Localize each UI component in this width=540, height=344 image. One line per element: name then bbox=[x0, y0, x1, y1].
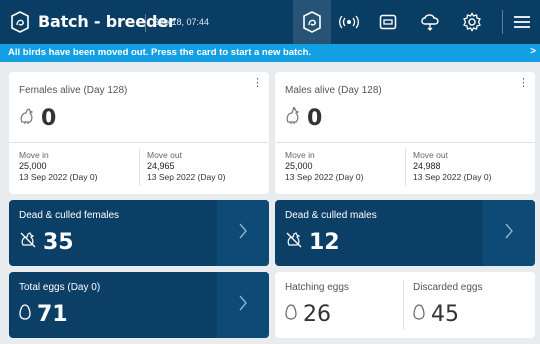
dead-females-value-row: 35 bbox=[19, 230, 74, 255]
header-menu-divider bbox=[502, 10, 503, 34]
males-alive-label: Males alive (Day 128) bbox=[285, 85, 382, 96]
cloud-icon[interactable] bbox=[418, 10, 442, 34]
females-move-out: Move out 24,965 13 Sep 2022 (Day 0) bbox=[147, 150, 225, 183]
dead-culled-males-count: 12 bbox=[309, 230, 340, 255]
females-alive-card[interactable]: Females alive (Day 128) ⋮ 0 Move in 25,0… bbox=[9, 72, 269, 194]
display-icon[interactable] bbox=[376, 10, 400, 34]
move-in-date: 13 Sep 2022 (Day 0) bbox=[285, 172, 364, 182]
dead-males-arrow-panel[interactable] bbox=[483, 200, 535, 266]
males-move-in: Move in 25,000 13 Sep 2022 (Day 0) bbox=[285, 150, 363, 183]
move-in-value: 25,000 bbox=[19, 161, 47, 171]
rooster-icon bbox=[285, 105, 301, 130]
females-move-in: Move in 25,000 13 Sep 2022 (Day 0) bbox=[19, 150, 97, 183]
males-move-out: Move out 24,988 13 Sep 2022 (Day 0) bbox=[413, 150, 491, 183]
egg-icon bbox=[285, 304, 297, 325]
banner-chevron-icon: > bbox=[530, 46, 536, 57]
males-alive-card[interactable]: Males alive (Day 128) ⋮ 0 Move in 25,000… bbox=[275, 72, 535, 194]
chevron-right-icon bbox=[238, 294, 248, 317]
hatching-eggs-label: Hatching eggs bbox=[285, 282, 349, 293]
dead-hen-icon bbox=[19, 231, 37, 254]
dead-females-arrow-panel[interactable] bbox=[217, 200, 269, 266]
banner-message: All birds have been moved out. Press the… bbox=[8, 47, 312, 58]
discarded-eggs-value-row: 45 bbox=[413, 302, 459, 327]
header-divider bbox=[145, 14, 146, 32]
header-date: Sep 18, 07:44 bbox=[153, 17, 210, 27]
females-alive-count: 0 bbox=[41, 106, 57, 131]
chevron-right-icon bbox=[238, 222, 248, 245]
females-alive-label: Females alive (Day 128) bbox=[19, 85, 128, 96]
app-header: Batch - breeder Sep 18, 07:44 bbox=[0, 0, 540, 44]
dead-culled-females-count: 35 bbox=[43, 230, 74, 255]
more-options-icon[interactable]: ⋮ bbox=[252, 78, 263, 89]
dead-culled-females-label: Dead & culled females bbox=[19, 210, 120, 221]
dead-males-value-row: 12 bbox=[285, 230, 340, 255]
move-out-label: Move out bbox=[413, 150, 448, 160]
move-in-value: 25,000 bbox=[285, 161, 313, 171]
egg-breakdown-card: Hatching eggs 26 Discarded eggs 45 bbox=[275, 272, 535, 338]
move-in-label: Move in bbox=[19, 150, 49, 160]
total-eggs-value-row: 71 bbox=[19, 302, 68, 327]
males-card-divider bbox=[275, 142, 535, 143]
egg-icon bbox=[413, 304, 425, 325]
sensor-icon[interactable] bbox=[337, 10, 361, 34]
egg-card-divider bbox=[403, 280, 404, 330]
total-eggs-arrow-panel[interactable] bbox=[217, 272, 269, 338]
dead-culled-females-card[interactable]: Dead & culled females 35 bbox=[9, 200, 269, 266]
more-options-icon[interactable]: ⋮ bbox=[518, 78, 529, 89]
chevron-right-icon bbox=[504, 222, 514, 245]
settings-icon[interactable] bbox=[460, 10, 484, 34]
females-card-divider bbox=[9, 142, 269, 143]
females-alive-value-row: 0 bbox=[19, 106, 56, 131]
move-in-date: 13 Sep 2022 (Day 0) bbox=[19, 172, 98, 182]
hatching-eggs-count: 26 bbox=[303, 302, 331, 327]
dead-culled-males-label: Dead & culled males bbox=[285, 210, 377, 221]
dead-culled-males-card[interactable]: Dead & culled males 12 bbox=[275, 200, 535, 266]
hen-icon bbox=[19, 107, 35, 130]
batch-logo-icon bbox=[10, 11, 30, 33]
dead-rooster-icon bbox=[285, 231, 303, 254]
move-in-label: Move in bbox=[285, 150, 315, 160]
hatching-eggs-value-row: 26 bbox=[285, 302, 331, 327]
total-eggs-card[interactable]: Total eggs (Day 0) 71 bbox=[9, 272, 269, 338]
males-alive-value-row: 0 bbox=[285, 105, 323, 131]
males-sub-divider bbox=[405, 148, 406, 186]
batch-icon[interactable] bbox=[300, 10, 324, 34]
discarded-eggs-label: Discarded eggs bbox=[413, 282, 483, 293]
move-out-date: 13 Sep 2022 (Day 0) bbox=[147, 172, 226, 182]
total-eggs-label: Total eggs (Day 0) bbox=[19, 282, 101, 293]
moved-out-banner[interactable]: All birds have been moved out. Press the… bbox=[0, 44, 540, 62]
menu-icon[interactable] bbox=[510, 10, 534, 34]
females-sub-divider bbox=[139, 148, 140, 186]
move-out-value: 24,965 bbox=[147, 161, 175, 171]
move-out-date: 13 Sep 2022 (Day 0) bbox=[413, 172, 492, 182]
discarded-eggs-count: 45 bbox=[431, 302, 459, 327]
move-out-value: 24,988 bbox=[413, 161, 441, 171]
egg-icon bbox=[19, 304, 31, 325]
total-eggs-count: 71 bbox=[37, 302, 68, 327]
males-alive-count: 0 bbox=[307, 106, 323, 131]
move-out-label: Move out bbox=[147, 150, 182, 160]
